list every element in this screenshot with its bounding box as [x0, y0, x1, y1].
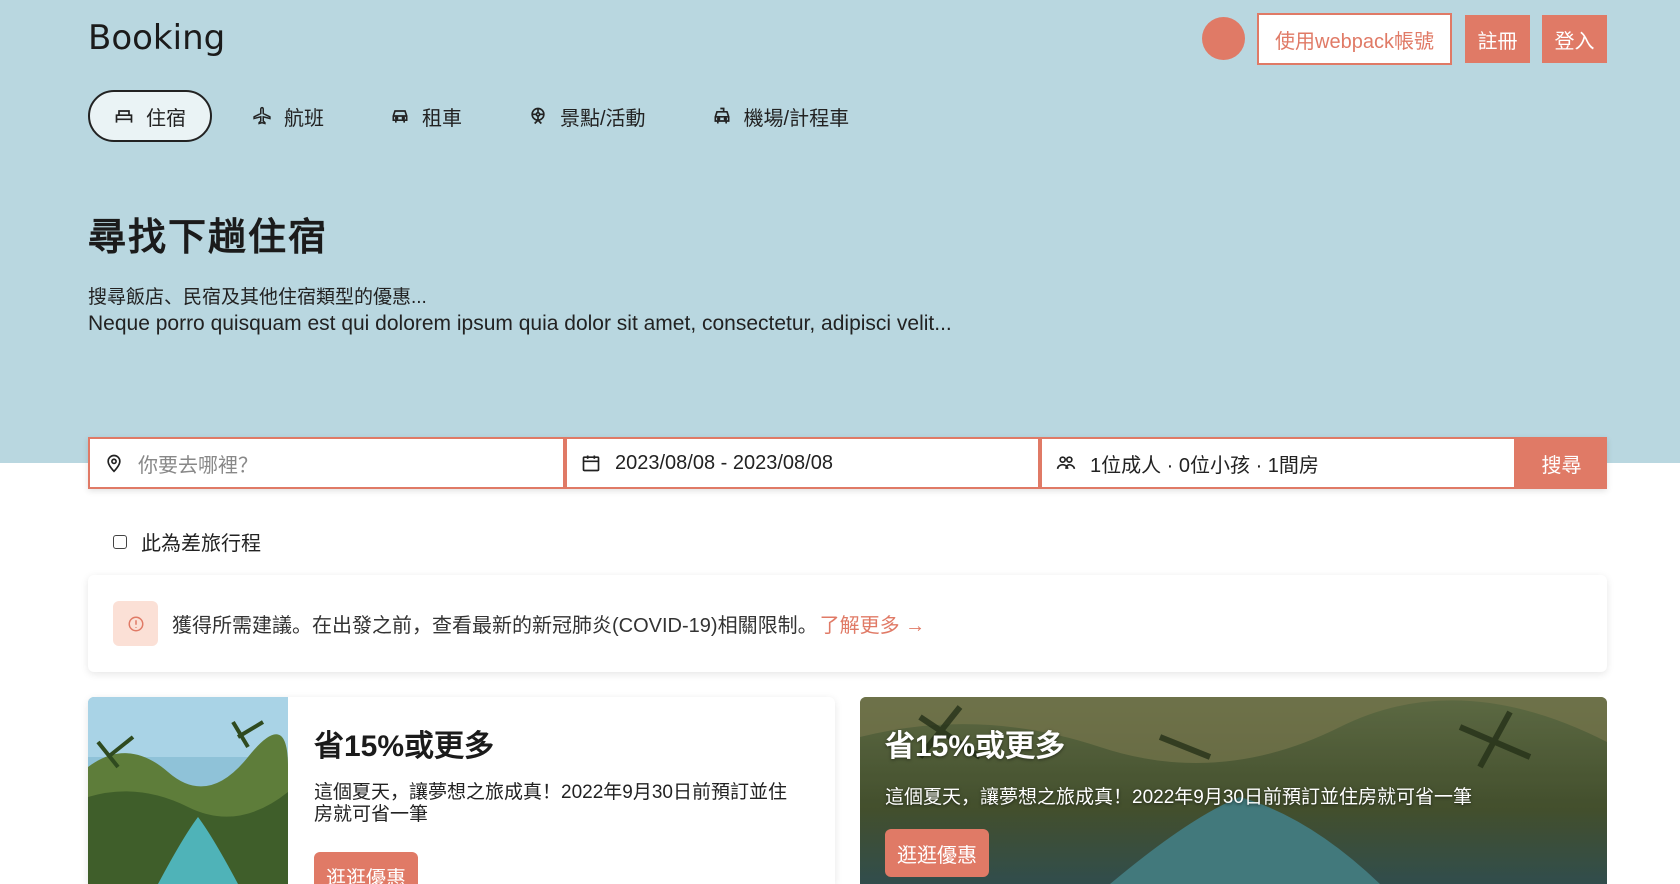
search-button[interactable]: 搜尋: [1516, 437, 1607, 489]
nav-item-label: 景點/活動: [560, 107, 646, 130]
nav-item-car-rental[interactable]: 租車: [364, 90, 488, 142]
tropical-river-image: [88, 697, 288, 884]
calendar-icon: [582, 455, 600, 472]
search-bar: 你要去哪裡？ 2023/08/08 - 2023/08/08 1位成人 · 0位…: [88, 437, 1607, 489]
info-icon: [113, 601, 158, 646]
date-range-picker[interactable]: 2023/08/08 - 2023/08/08: [565, 437, 1040, 489]
nav-item-label: 航班: [284, 107, 324, 130]
business-trip-label: 此為差旅行程: [141, 533, 261, 555]
promo-card-title: 省15%或更多: [314, 730, 495, 763]
plane-icon: [253, 106, 271, 125]
guests-value: 1位成人 · 0位小孩 · 1間房: [1090, 454, 1319, 477]
nav-item-attractions[interactable]: 景點/活動: [502, 90, 672, 142]
location-pin-icon: [107, 454, 121, 473]
nav-item-label: 住宿: [146, 107, 186, 130]
bed-icon: [115, 110, 133, 123]
nav-item-flights[interactable]: 航班: [226, 90, 350, 142]
webpack-account-button[interactable]: 使用webpack帳號: [1257, 13, 1452, 65]
guests-picker[interactable]: 1位成人 · 0位小孩 · 1間房: [1040, 437, 1516, 489]
promo-card-featured: 省15%或更多 這個夏天，讓夢想之旅成真！2022年9月30日前預訂並住房就可省…: [860, 697, 1607, 884]
hero-description: Neque porro quisquam est qui dolorem ips…: [88, 312, 952, 335]
nav-item-label: 機場/計程車: [743, 107, 850, 130]
hero-subtitle: 搜尋飯店、民宿及其他住宿類型的優惠...: [88, 287, 427, 308]
brand-logo[interactable]: Booking: [88, 18, 225, 58]
nav-item-label: 租車: [422, 107, 462, 130]
taxi-icon: [714, 107, 730, 124]
register-button[interactable]: 註冊: [1465, 15, 1530, 63]
people-icon: [1056, 456, 1076, 469]
notice-text: 獲得所需建議。在出發之前，查看最新的新冠肺炎(COVID-19)相關限制。: [172, 615, 818, 637]
learn-more-link[interactable]: 了解更多 →: [820, 609, 926, 638]
destination-placeholder: 你要去哪裡？: [138, 454, 258, 477]
login-button[interactable]: 登入: [1542, 15, 1607, 63]
checkbox-box[interactable]: [113, 534, 127, 549]
category-nav: 住宿 航班 租車 景點/活動 機場/計程車: [88, 90, 889, 142]
date-range-value: 2023/08/08 - 2023/08/08: [615, 451, 833, 474]
nav-item-airport-taxi[interactable]: 機場/計程車: [686, 90, 876, 142]
destination-input[interactable]: 你要去哪裡？: [88, 437, 565, 489]
covid-notice: 獲得所需建議。在出發之前，查看最新的新冠肺炎(COVID-19)相關限制。 了解…: [88, 575, 1607, 672]
nav-item-stays[interactable]: 住宿: [88, 90, 212, 142]
promo-card-description: 這個夏天，讓夢想之旅成真！2022年9月30日前預訂並住房就可省一筆: [314, 782, 787, 825]
car-icon: [392, 110, 408, 123]
hero-title: 尋找下趟住宿: [88, 217, 329, 259]
promo-card-title: 省15%或更多: [885, 730, 1066, 763]
avatar[interactable]: [1202, 17, 1245, 60]
promo-card-description: 這個夏天，讓夢想之旅成真！2022年9月30日前預訂並住房就可省一筆: [885, 787, 1472, 808]
browse-deals-button[interactable]: 逛逛優惠: [885, 829, 989, 877]
ferris-wheel-icon: [531, 107, 545, 125]
promo-card: 省15%或更多 這個夏天，讓夢想之旅成真！2022年9月30日前預訂並住房就可省…: [88, 697, 835, 884]
browse-deals-button[interactable]: 逛逛優惠: [314, 852, 418, 884]
business-trip-checkbox[interactable]: 此為差旅行程: [113, 527, 261, 556]
